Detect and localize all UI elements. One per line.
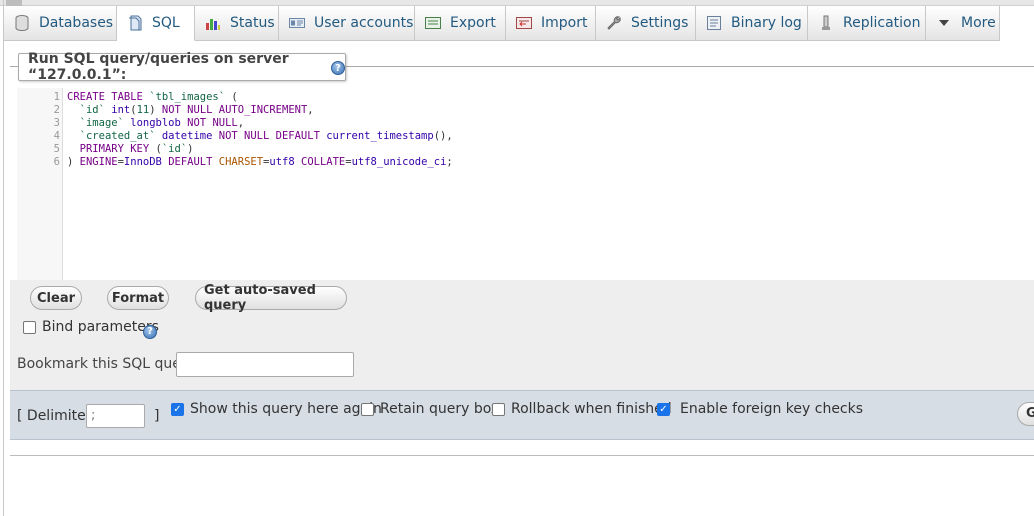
retain-query-box-label: Retain query box	[380, 401, 500, 417]
code-text: `image` longblob NOT NULL,	[79, 117, 245, 129]
line-number: 1	[53, 91, 60, 103]
sql-query-legend: Run SQL query/queries on server “127.0.0…	[18, 51, 346, 83]
tab-label: More	[961, 15, 996, 31]
code-text: `created_at` datetime NOT NULL DEFAULT c…	[79, 130, 453, 142]
status-chart-icon	[205, 15, 221, 31]
sql-code[interactable]: 1 CREATE TABLE `tbl_images` ( 2 `id` int(…	[17, 91, 1034, 169]
delimiter-close-label: ]	[154, 408, 160, 424]
show-query-checkbox[interactable]: ✓	[171, 403, 184, 416]
tab-label: Binary log	[731, 15, 802, 31]
clear-button[interactable]: Clear	[30, 286, 82, 310]
user-accounts-icon	[289, 15, 305, 31]
query-controls: Clear Format Get auto-saved query Bind p…	[10, 280, 1034, 390]
tab-user-accounts[interactable]: User accounts	[279, 6, 415, 41]
tab-label: User accounts	[314, 15, 414, 31]
line-number: 6	[53, 156, 60, 168]
chevron-down-icon	[936, 15, 952, 31]
tab-replication[interactable]: Replication	[808, 6, 926, 41]
bottom-divider	[10, 455, 1034, 456]
tab-label: SQL	[152, 15, 180, 31]
get-auto-saved-query-button[interactable]: Get auto-saved query	[195, 283, 347, 313]
sql-editor[interactable]: 1 CREATE TABLE `tbl_images` ( 2 `id` int(…	[17, 88, 1034, 280]
tab-label: Databases	[39, 15, 114, 31]
tab-label: Status	[230, 15, 275, 31]
top-menu-tabs: Databases SQL Status User accounts Expor…	[4, 6, 1034, 41]
tab-label: Settings	[631, 15, 689, 31]
replication-icon	[818, 15, 834, 31]
tab-sql[interactable]: SQL	[117, 6, 195, 41]
bookmark-input[interactable]	[176, 352, 354, 377]
query-options-bar: [ Delimiter ; ] ✓ Show this query here a…	[10, 390, 1034, 440]
line-number: 3	[53, 117, 60, 129]
bookmark-label: Bookmark this SQL query:	[17, 356, 199, 372]
export-icon	[425, 15, 441, 31]
tab-label: Import	[541, 15, 588, 31]
rollback-label: Rollback when finished	[511, 401, 672, 417]
line-number: 2	[53, 104, 60, 116]
tab-label: Replication	[843, 15, 921, 31]
bind-parameters-help-icon[interactable]: ?	[143, 322, 157, 339]
tab-label: Export	[450, 15, 496, 31]
tab-export[interactable]: Export	[415, 6, 506, 41]
code-line: 4 `created_at` datetime NOT NULL DEFAULT…	[17, 130, 1034, 143]
left-border	[3, 0, 4, 516]
tab-binary-log[interactable]: Binary log	[696, 6, 808, 41]
format-button[interactable]: Format	[107, 286, 169, 310]
sql-page-icon	[127, 15, 143, 31]
delimiter-open-label: [ Delimiter	[17, 408, 92, 424]
bind-parameters-label: Bind parameters	[42, 319, 159, 335]
code-text: CREATE TABLE `tbl_images` (	[67, 91, 238, 103]
help-icon[interactable]: ?	[331, 59, 345, 76]
foreign-key-checks-label: Enable foreign key checks	[680, 401, 864, 417]
bind-parameters-checkbox[interactable]	[23, 321, 36, 334]
code-text: PRIMARY KEY (`id`)	[79, 143, 194, 155]
wrench-icon	[606, 15, 622, 31]
tab-import[interactable]: Import	[506, 6, 596, 41]
binary-log-icon	[706, 15, 722, 31]
code-line: 5 PRIMARY KEY (`id`)	[17, 143, 1034, 156]
code-line: 2 `id` int(11) NOT NULL AUTO_INCREMENT,	[17, 104, 1034, 117]
tab-databases[interactable]: Databases	[4, 6, 117, 41]
rollback-checkbox[interactable]	[492, 403, 505, 416]
line-number: 5	[53, 143, 60, 155]
code-text: ) ENGINE=InnoDB DEFAULT CHARSET=utf8 COL…	[67, 156, 453, 168]
tab-status[interactable]: Status	[195, 6, 279, 41]
foreign-key-checks-checkbox[interactable]: ✓	[657, 403, 670, 416]
tab-more[interactable]: More	[926, 6, 1000, 41]
database-icon	[14, 15, 30, 31]
go-button[interactable]: G	[1017, 402, 1034, 426]
delimiter-input[interactable]: ;	[86, 404, 145, 428]
import-icon	[516, 15, 532, 31]
tab-settings[interactable]: Settings	[596, 6, 696, 41]
legend-text: Run SQL query/queries on server “127.0.0…	[28, 51, 289, 83]
code-line: 6 ) ENGINE=InnoDB DEFAULT CHARSET=utf8 CO…	[17, 156, 1034, 169]
code-text: `id` int(11) NOT NULL AUTO_INCREMENT,	[79, 104, 314, 116]
code-line: 3 `image` longblob NOT NULL,	[17, 117, 1034, 130]
line-number: 4	[53, 130, 60, 142]
retain-query-box-checkbox[interactable]	[361, 403, 374, 416]
show-query-label: Show this query here again	[190, 401, 382, 417]
code-line: 1 CREATE TABLE `tbl_images` (	[17, 91, 1034, 104]
